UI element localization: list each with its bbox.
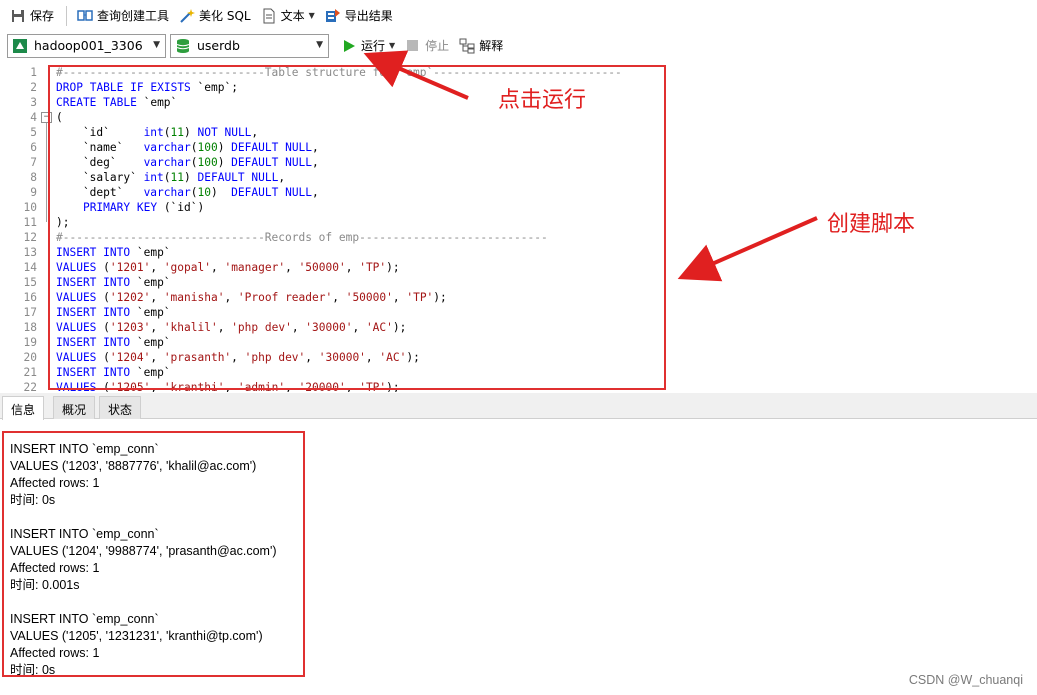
tab-overview-label: 概况: [62, 403, 87, 417]
tab-info-label: 信息: [11, 403, 36, 417]
result-tabs: 信息 概况 状态: [0, 393, 1037, 420]
script-arrow: [677, 216, 818, 282]
tab-info[interactable]: 信息: [2, 396, 45, 420]
tab-status-label: 状态: [108, 403, 133, 417]
output-highlight-box: [2, 431, 305, 677]
run-annotation: 点击运行: [498, 88, 587, 113]
tab-status[interactable]: 状态: [99, 396, 142, 419]
watermark: CSDN @W_chuanqi: [908, 673, 1023, 687]
script-annotation: 创建脚本: [827, 212, 916, 237]
tab-overview[interactable]: 概况: [53, 396, 96, 419]
run-arrow: [363, 50, 469, 100]
